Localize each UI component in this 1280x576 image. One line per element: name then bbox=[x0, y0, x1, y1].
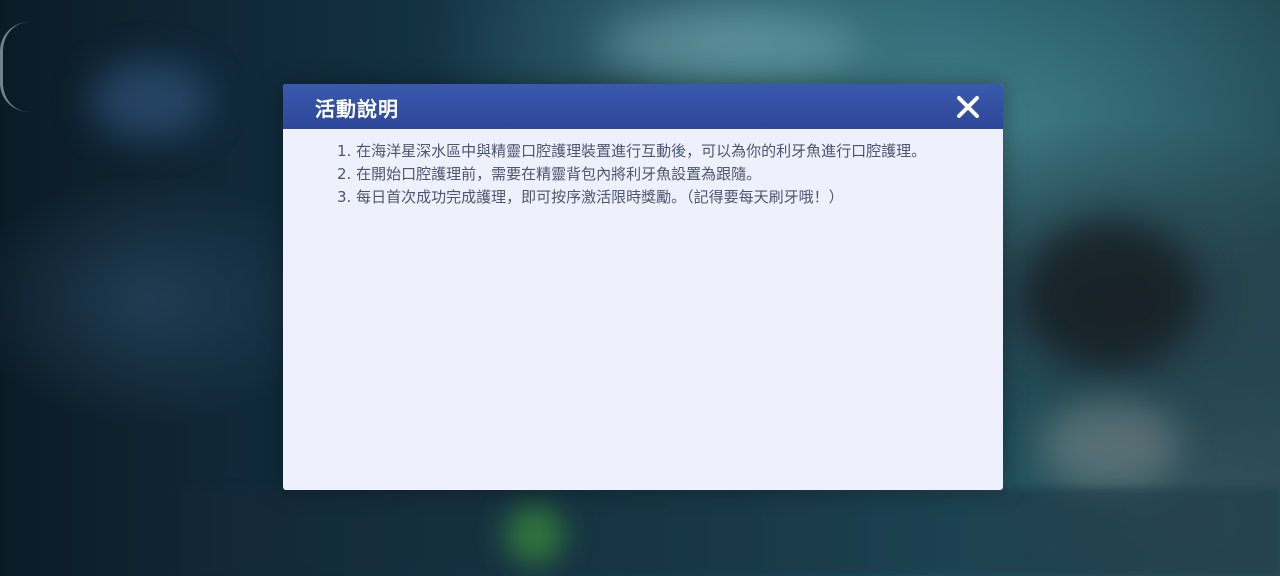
rules-text: 1. 在海洋星深水區中與精靈口腔護理裝置進行互動後，可以為你的利牙魚進行口腔護理… bbox=[337, 140, 947, 209]
close-icon bbox=[957, 96, 979, 118]
carvanha-silhouette-icon bbox=[983, 384, 1003, 490]
edge-arc-decoration bbox=[0, 22, 29, 112]
hud-bottom-bar bbox=[180, 488, 1280, 576]
event-info-dialog: 活動說明 1. 在海洋星深水區中與精靈口腔護理裝置進行互動後，可以為你的利牙魚進… bbox=[283, 84, 1003, 490]
rule-item: 3. 每日首次成功完成護理，即可按序激活限時獎勵。（記得要每天刷牙哦！） bbox=[337, 188, 844, 206]
dialog-header: 活動說明 bbox=[283, 84, 1003, 129]
rule-item: 2. 在開始口腔護理前，需要在精靈背包內將利牙魚設置為跟隨。 bbox=[337, 165, 762, 183]
dialog-title: 活動說明 bbox=[315, 97, 399, 121]
hud-green-indicator bbox=[505, 505, 565, 565]
close-button[interactable] bbox=[951, 90, 985, 124]
rule-item: 1. 在海洋星深水區中與精靈口腔護理裝置進行互動後，可以為你的利牙魚進行口腔護理… bbox=[337, 142, 927, 160]
